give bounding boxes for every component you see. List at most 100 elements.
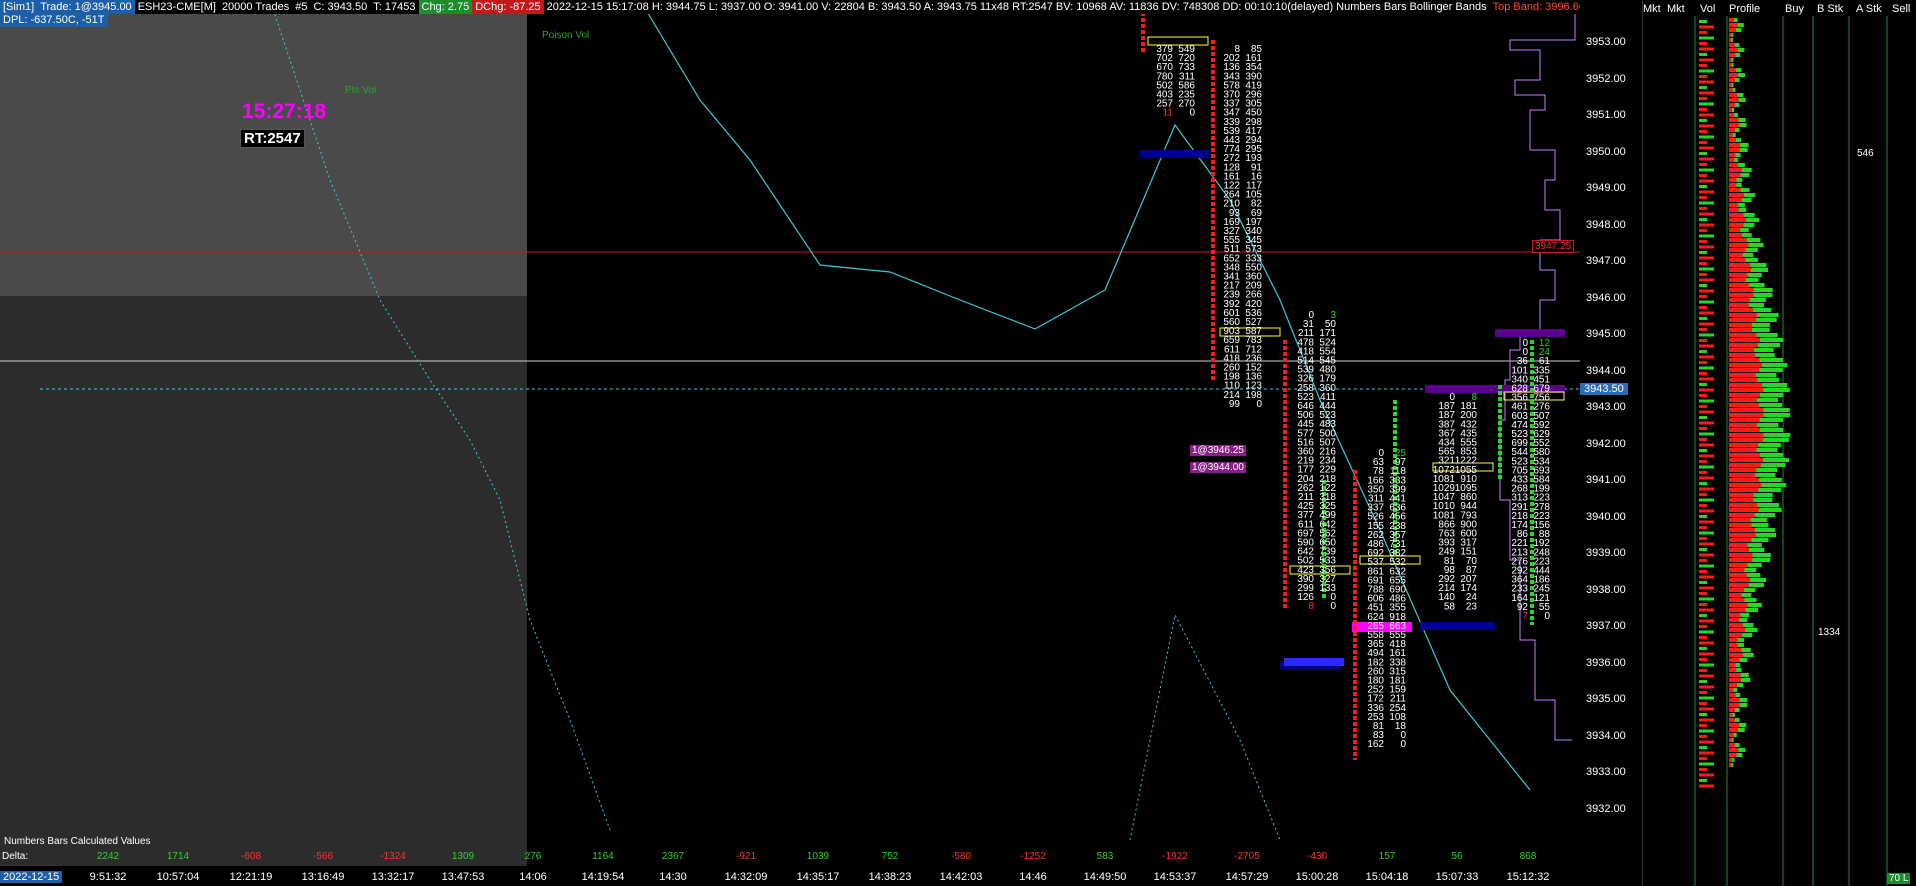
price-ladder[interactable]: Mkt Mkt Vol Profile Buy B Stk A Stk Sell… (1642, 0, 1916, 886)
delta-value: 1714 (166, 851, 190, 862)
profile-bar-red (1729, 233, 1742, 237)
footprint-ask: 0 (1189, 108, 1195, 119)
vol-cell (1699, 339, 1707, 342)
vol-cell (1699, 113, 1714, 117)
profile-bar-green (1757, 378, 1780, 382)
profile-bar-red (1729, 673, 1741, 677)
profile-bar-red (1729, 738, 1732, 742)
profile-bar-red (1729, 588, 1744, 592)
price-axis[interactable]: 3953.00 3952.00 3951.00 3950.00 3949.00 3948.… (1532, 0, 1642, 866)
profile-bar-red (1729, 538, 1752, 542)
profile-bar-red (1729, 478, 1759, 482)
price-axis-label: 3933.00 (1586, 766, 1626, 778)
profile-bar-green (1735, 53, 1741, 57)
profile-bar-green (1761, 483, 1787, 487)
vol-cell (1699, 42, 1707, 45)
profile-bar-red (1729, 613, 1741, 617)
profile-bar-green (1747, 603, 1762, 607)
profile-bar-green (1738, 73, 1746, 77)
time-label: 15:07:33 (1435, 871, 1479, 883)
profile-bar-red (1729, 573, 1747, 577)
vol-cell (1699, 531, 1714, 535)
price-axis-label: 3951.00 (1586, 109, 1626, 121)
time-label: 14:46 (1019, 871, 1047, 883)
vol-cell (1699, 152, 1707, 155)
profile-bar-green (1755, 533, 1777, 537)
account-label[interactable]: [Sim1] (0, 0, 38, 14)
profile-bar-red (1729, 18, 1734, 22)
profile-bar-green (1745, 608, 1758, 612)
vol-cell (1699, 267, 1714, 271)
ladder-header-buy[interactable]: Buy (1785, 3, 1804, 15)
vol-cell (1699, 289, 1714, 293)
last-price-marker: 3943.50 (1580, 383, 1628, 395)
profile-bar-red (1729, 553, 1753, 557)
ladder-header-astk[interactable]: A Stk (1856, 3, 1882, 15)
order-tag-1[interactable]: 1@3946.25 (1190, 445, 1246, 456)
lower-bollinger-band (269, 0, 611, 831)
vol-cell (1699, 702, 1707, 705)
profile-bar-red (1729, 228, 1741, 232)
ladder-header-sell[interactable]: Sell (1892, 3, 1910, 15)
vol-cell (1699, 317, 1707, 320)
price-chart[interactable]: 379 549702 720670 733780 311502 586403 235257 2… (0, 0, 1580, 866)
profile-bar-green (1736, 683, 1744, 687)
footprint-bid: 58 (1444, 601, 1456, 612)
vol-cell (1699, 608, 1714, 612)
profile-bar-green (1748, 548, 1765, 552)
price-axis-label: 3935.00 (1586, 693, 1626, 705)
profile-bar-green (1751, 538, 1769, 542)
vol-cell (1699, 625, 1707, 628)
vol-cell (1699, 295, 1707, 298)
profile-bar-red (1729, 398, 1757, 402)
profile-bar-green (1739, 658, 1748, 662)
profile-bar-green (1742, 653, 1754, 657)
price-axis-label: 3943.00 (1586, 401, 1626, 413)
instrument-label[interactable]: ESH23-CME[M] (135, 0, 219, 14)
ladder-header-profile[interactable]: Profile (1729, 3, 1760, 15)
ladder-header-mkt-2[interactable]: Mkt (1667, 3, 1685, 15)
profile-bar-red (1729, 128, 1735, 132)
profile-bar-red (1729, 358, 1760, 362)
vol-cell (1699, 196, 1707, 199)
profile-bar-red (1729, 563, 1748, 567)
profile-bar-green (1761, 383, 1788, 387)
price-axis-label: 3932.00 (1586, 802, 1626, 815)
profile-bar-red (1729, 463, 1761, 467)
profile-bar-red (1729, 623, 1743, 627)
profile-bar-red (1729, 593, 1742, 597)
time-label: 13:32:17 (371, 871, 415, 883)
profile-bar-red (1729, 763, 1732, 767)
ladder-header-bstk[interactable]: B Stk (1817, 3, 1843, 15)
profile-bar-red (1729, 388, 1764, 392)
time-axis[interactable]: 2022-12-15 9:51:32 10:57:04 12:21:19 13:16:… (0, 870, 1916, 886)
bar-type-label: 20000 Trades (221, 1, 290, 13)
profile-bar-green (1738, 98, 1746, 102)
top-band-label: Top Band: 3996.60 (1492, 1, 1585, 13)
volume-box-3 (1420, 622, 1495, 630)
vol-cell (1699, 592, 1707, 595)
profile-bar-red (1729, 743, 1735, 747)
vol-cell (1699, 564, 1714, 568)
ladder-header-mkt-1[interactable]: Mkt (1643, 3, 1661, 15)
vol-cell (1699, 223, 1714, 227)
profile-bar-green (1741, 168, 1752, 172)
vol-cell (1699, 146, 1714, 150)
ladder-header-vol[interactable]: Vol (1700, 3, 1715, 15)
profile-bar-red (1729, 243, 1749, 247)
vol-cell (1699, 124, 1714, 128)
daily-change-badge: DChg: -87.25 (472, 0, 544, 14)
profile-bar-red (1729, 598, 1745, 602)
order-tag-2[interactable]: 1@3944.00 (1190, 462, 1246, 473)
profile-bar-red (1729, 183, 1737, 187)
profile-bar-green (1753, 288, 1773, 292)
profile-bar-red (1729, 558, 1753, 562)
profile-bar-green (1742, 623, 1754, 627)
delta-value: 1164 (592, 851, 614, 862)
vol-cell (1699, 476, 1714, 480)
vol-cell (1699, 663, 1714, 667)
footprint-bid: 99 (1229, 399, 1241, 410)
profile-bar-red (1729, 203, 1739, 207)
profile-bar-green (1750, 268, 1769, 272)
profile-bar-red (1729, 393, 1760, 397)
